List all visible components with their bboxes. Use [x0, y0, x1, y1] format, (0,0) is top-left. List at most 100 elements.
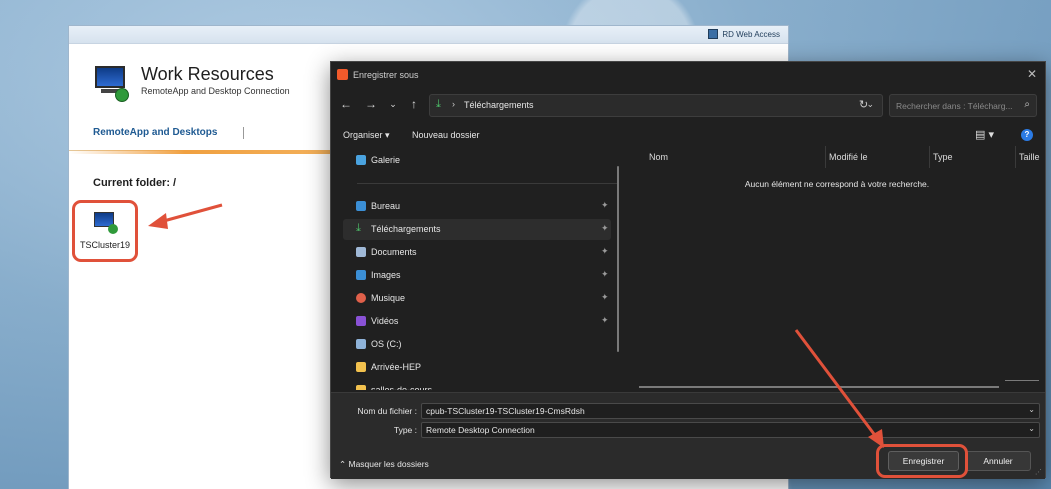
save-as-dialog: Enregistrer sous ✕ ← → ⌄ ↑ ⤓ › Télécharg…: [330, 61, 1047, 479]
pin-icon: ✦: [601, 200, 609, 210]
nav-item-arrivee-hep[interactable]: Arrivée-HEP: [343, 357, 611, 378]
nav-item-label: Galerie: [371, 155, 401, 165]
refresh-icon[interactable]: ↻: [859, 98, 868, 111]
dialog-titlebar: Enregistrer sous ✕: [331, 62, 1045, 88]
chevron-down-icon[interactable]: ⌄: [1028, 424, 1035, 433]
back-arrow-icon[interactable]: ←: [339, 97, 353, 111]
column-separator[interactable]: [929, 146, 930, 168]
nav-item-musique[interactable]: Musique ✦: [343, 288, 611, 309]
nav-item-label: Musique: [371, 293, 406, 303]
nav-item-os-c[interactable]: OS (C:): [343, 334, 611, 355]
new-folder-button[interactable]: Nouveau dossier: [412, 130, 480, 140]
nav-item-label: Arrivée-HEP: [371, 362, 422, 372]
dialog-toolbar: Organiser ▾ Nouveau dossier ▤ ▾ ?: [331, 124, 1045, 146]
type-label: Type :: [393, 425, 417, 435]
nav-item-galerie[interactable]: Galerie: [343, 150, 611, 171]
nav-item-salles-de-cours[interactable]: salles-de-cours: [343, 380, 611, 390]
hide-folders-toggle[interactable]: ⌃ Masquer les dossiers: [339, 459, 429, 470]
horizontal-scrollbar[interactable]: [639, 386, 999, 388]
nav-separator: [243, 127, 244, 139]
address-bar[interactable]: ⤓ › Téléchargements ⌄: [429, 94, 883, 117]
nav-item-documents[interactable]: Documents ✦: [343, 242, 611, 263]
nav-remoteapp-desktops[interactable]: RemoteApp and Desktops: [93, 127, 217, 138]
filename-label: Nom du fichier :: [357, 406, 417, 416]
dialog-title: Enregistrer sous: [353, 70, 419, 80]
nav-item-label: Bureau: [371, 201, 401, 211]
type-value: Remote Desktop Connection: [426, 425, 535, 435]
forward-arrow-icon[interactable]: →: [364, 97, 378, 111]
nav-item-bureau[interactable]: Bureau ✦: [343, 196, 611, 217]
column-separator[interactable]: [825, 146, 826, 168]
images-icon: [356, 270, 366, 280]
nav-item-videos[interactable]: Vidéos ✦: [343, 311, 611, 332]
save-options-panel: Nom du fichier : cpub-TSCluster19-TSClus…: [331, 392, 1045, 479]
rdweb-brand-icon: [708, 29, 719, 39]
download-icon: ⤓: [436, 98, 441, 110]
column-separator[interactable]: [1015, 146, 1016, 168]
download-icon: ⤓: [356, 222, 361, 234]
chevron-up-icon: ⌃: [339, 459, 347, 469]
nav-item-images[interactable]: Images ✦: [343, 265, 611, 286]
recent-locations-icon[interactable]: ⌄: [386, 99, 400, 110]
rdweb-topbar: RD Web Access: [69, 26, 788, 44]
current-folder-label: Current folder: /: [93, 177, 177, 189]
page-title: Work Resources: [141, 64, 274, 84]
remote-desktop-icon: [92, 212, 118, 236]
nav-item-telechargements[interactable]: ⤓ Téléchargements ✦: [343, 219, 611, 240]
help-icon[interactable]: ?: [1021, 129, 1033, 141]
search-placeholder: Rechercher dans : Télécharg...: [896, 101, 1013, 111]
rdweb-brand-label: RD Web Access: [722, 29, 780, 39]
horizontal-scrollbar-end: [1005, 380, 1039, 381]
save-button-highlight: [876, 444, 968, 478]
close-icon[interactable]: ✕: [1027, 67, 1037, 81]
up-arrow-icon[interactable]: ↑: [407, 97, 421, 111]
documents-icon: [356, 247, 366, 257]
resize-grip-icon[interactable]: ⋰: [1035, 468, 1042, 476]
remote-desktop-logo-icon: [91, 64, 129, 102]
filename-input[interactable]: cpub-TSCluster19-TSCluster19-CmsRdsh ⌄: [421, 403, 1040, 419]
address-row: ← → ⌄ ↑ ⤓ › Téléchargements ⌄ ↻ Recherch…: [331, 92, 1045, 118]
pin-icon: ✦: [601, 246, 609, 256]
gallery-icon: [356, 155, 366, 165]
column-header-type[interactable]: Type: [933, 152, 953, 162]
rdweb-header: Work Resources RemoteApp and Desktop Con…: [91, 64, 290, 102]
search-icon: ⌕: [1024, 99, 1030, 110]
desktop-icon: [356, 201, 366, 211]
music-icon: [356, 293, 366, 303]
folder-icon: [356, 385, 366, 390]
nav-item-label: Documents: [371, 247, 417, 257]
videos-icon: [356, 316, 366, 326]
nav-divider: [357, 183, 617, 184]
column-header-size[interactable]: Taille: [1019, 152, 1040, 162]
breadcrumb-separator: ›: [452, 99, 455, 109]
column-header-name[interactable]: Nom: [649, 152, 668, 162]
file-list-pane: Nom Modifié le Type Taille Aucun élément…: [627, 146, 1047, 392]
header-accent-divider: [69, 150, 359, 154]
search-input[interactable]: Rechercher dans : Télécharg... ⌕: [889, 94, 1037, 117]
resource-label: TSCluster19: [79, 240, 131, 250]
resource-tscluster19[interactable]: TSCluster19: [72, 200, 138, 262]
cancel-button[interactable]: Annuler: [965, 451, 1031, 471]
nav-item-label: Images: [371, 270, 401, 280]
page-subtitle: RemoteApp and Desktop Connection: [141, 86, 290, 96]
chevron-down-icon[interactable]: ⌄: [1028, 405, 1035, 414]
nav-item-label: OS (C:): [371, 339, 402, 349]
rdweb-brand: RD Web Access: [708, 29, 780, 39]
drive-icon: [356, 339, 366, 349]
navigation-pane: Galerie Bureau ✦ ⤓ Téléchargements ✦ Doc…: [343, 150, 617, 390]
nav-scrollbar[interactable]: [617, 166, 619, 352]
nav-item-label: Téléchargements: [371, 224, 441, 234]
pin-icon: ✦: [601, 269, 609, 279]
view-options-icon[interactable]: ▤ ▾: [975, 128, 994, 141]
column-header-modified[interactable]: Modifié le: [829, 152, 868, 162]
nav-item-label: salles-de-cours: [371, 385, 433, 390]
type-select[interactable]: Remote Desktop Connection ⌄: [421, 422, 1040, 438]
pin-icon: ✦: [601, 292, 609, 302]
organize-menu[interactable]: Organiser ▾: [343, 130, 390, 141]
filename-value: cpub-TSCluster19-TSCluster19-CmsRdsh: [426, 406, 585, 416]
folder-icon: [356, 362, 366, 372]
empty-results-message: Aucun élément ne correspond à votre rech…: [744, 179, 930, 189]
address-path[interactable]: Téléchargements: [464, 100, 534, 110]
browser-app-icon: [337, 69, 348, 80]
pin-icon: ✦: [601, 315, 609, 325]
